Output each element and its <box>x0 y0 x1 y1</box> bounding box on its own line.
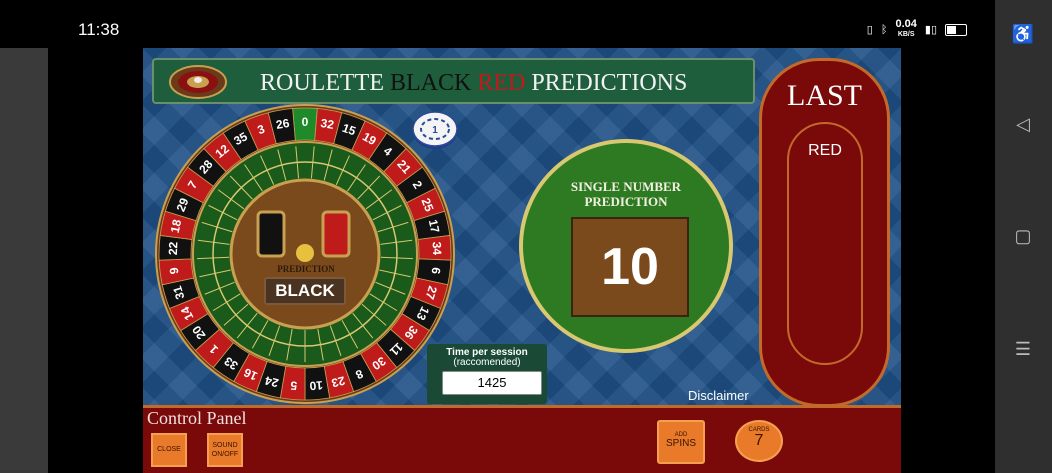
control-panel: Control Panel CLOSE SOUND ON/OFF ADD SPI… <box>143 405 901 473</box>
single-number-value: 10 <box>571 217 689 317</box>
signal-icon: ▮▯ <box>924 24 937 36</box>
left-letterbox <box>48 48 143 473</box>
prediction-label: PREDICTION <box>277 264 335 274</box>
menu-icon[interactable]: ☰ <box>1009 335 1037 363</box>
roulette-logo-icon <box>169 65 227 99</box>
single-number-panel: SINGLE NUMBER PREDICTION 10 <box>519 139 733 353</box>
wheel-number: 34 <box>430 241 445 255</box>
status-icons: ▯ ᛒ 0.04 KB/S ▮▯ <box>866 18 967 39</box>
session-subtitle: (raccomended) <box>453 357 521 368</box>
add-spins-button[interactable]: ADD SPINS <box>657 420 705 464</box>
left-margin <box>0 48 48 473</box>
home-icon[interactable]: ▢ <box>1009 222 1037 250</box>
close-button[interactable]: CLOSE <box>151 433 187 467</box>
wheel-number: 32 <box>320 116 336 132</box>
bluetooth-icon: ᛒ <box>880 23 888 36</box>
title-predictions: PREDICTIONS <box>525 70 688 96</box>
cards-button[interactable]: CARDS 7 <box>735 420 783 462</box>
status-bar: 11:38 ▯ ᛒ 0.04 KB/S ▮▯ <box>0 0 995 48</box>
sound-toggle-button[interactable]: SOUND ON/OFF <box>207 433 243 467</box>
last-list: RED <box>787 122 863 365</box>
battery-icon <box>945 23 967 36</box>
prediction-value: BLACK <box>264 277 346 305</box>
roulette-app: ROULETTE BLACK RED PREDICTIONS 1 0 32 15 19… <box>143 48 901 473</box>
title-black: BLACK <box>389 70 472 96</box>
control-panel-title: Control Panel <box>147 408 247 428</box>
net-speed: 0.04 KB/S <box>895 18 917 39</box>
session-label: Time per session (raccomended) <box>427 348 547 368</box>
last-title: LAST <box>787 79 862 112</box>
last-panel: LAST RED <box>759 58 890 407</box>
accessibility-icon[interactable]: ♿ <box>1009 20 1037 48</box>
wheel-number: 26 <box>275 116 291 132</box>
session-time-input[interactable]: 1425 <box>442 371 542 395</box>
app-title: ROULETTE BLACK RED PREDICTIONS <box>260 70 687 97</box>
title-banner: ROULETTE BLACK RED PREDICTIONS <box>152 58 755 104</box>
wheel-number: 0 <box>302 115 309 129</box>
title-roulette: ROULETTE <box>260 70 390 96</box>
add-spins-label: SPINS <box>665 438 696 449</box>
net-speed-value: 0.04 <box>895 18 917 30</box>
wheel-number: 10 <box>309 378 324 393</box>
right-letterbox <box>901 48 995 473</box>
back-icon[interactable]: ◁ <box>1009 110 1037 138</box>
roulette-wheel: 0 32 15 19421225173462713361130823105241633… <box>155 104 455 404</box>
black-indicator <box>256 210 286 258</box>
title-red: RED <box>471 70 526 96</box>
wheel-number: 22 <box>166 241 181 255</box>
disclaimer-link[interactable]: Disclaimer <box>688 388 749 403</box>
last-item: RED <box>808 142 842 159</box>
navigation-bar: ♿ ◁ ▢ ☰ <box>995 0 1052 473</box>
single-number-label: SINGLE NUMBER PREDICTION <box>570 179 682 209</box>
session-panel: Time per session (raccomended) 1425 <box>427 344 547 404</box>
cards-count: 7 <box>754 432 764 449</box>
status-time: 11:38 <box>78 20 120 39</box>
red-indicator <box>321 210 351 258</box>
net-speed-unit: KB/S <box>897 31 915 38</box>
ball-icon <box>296 244 314 262</box>
vibrate-icon: ▯ <box>866 24 873 36</box>
